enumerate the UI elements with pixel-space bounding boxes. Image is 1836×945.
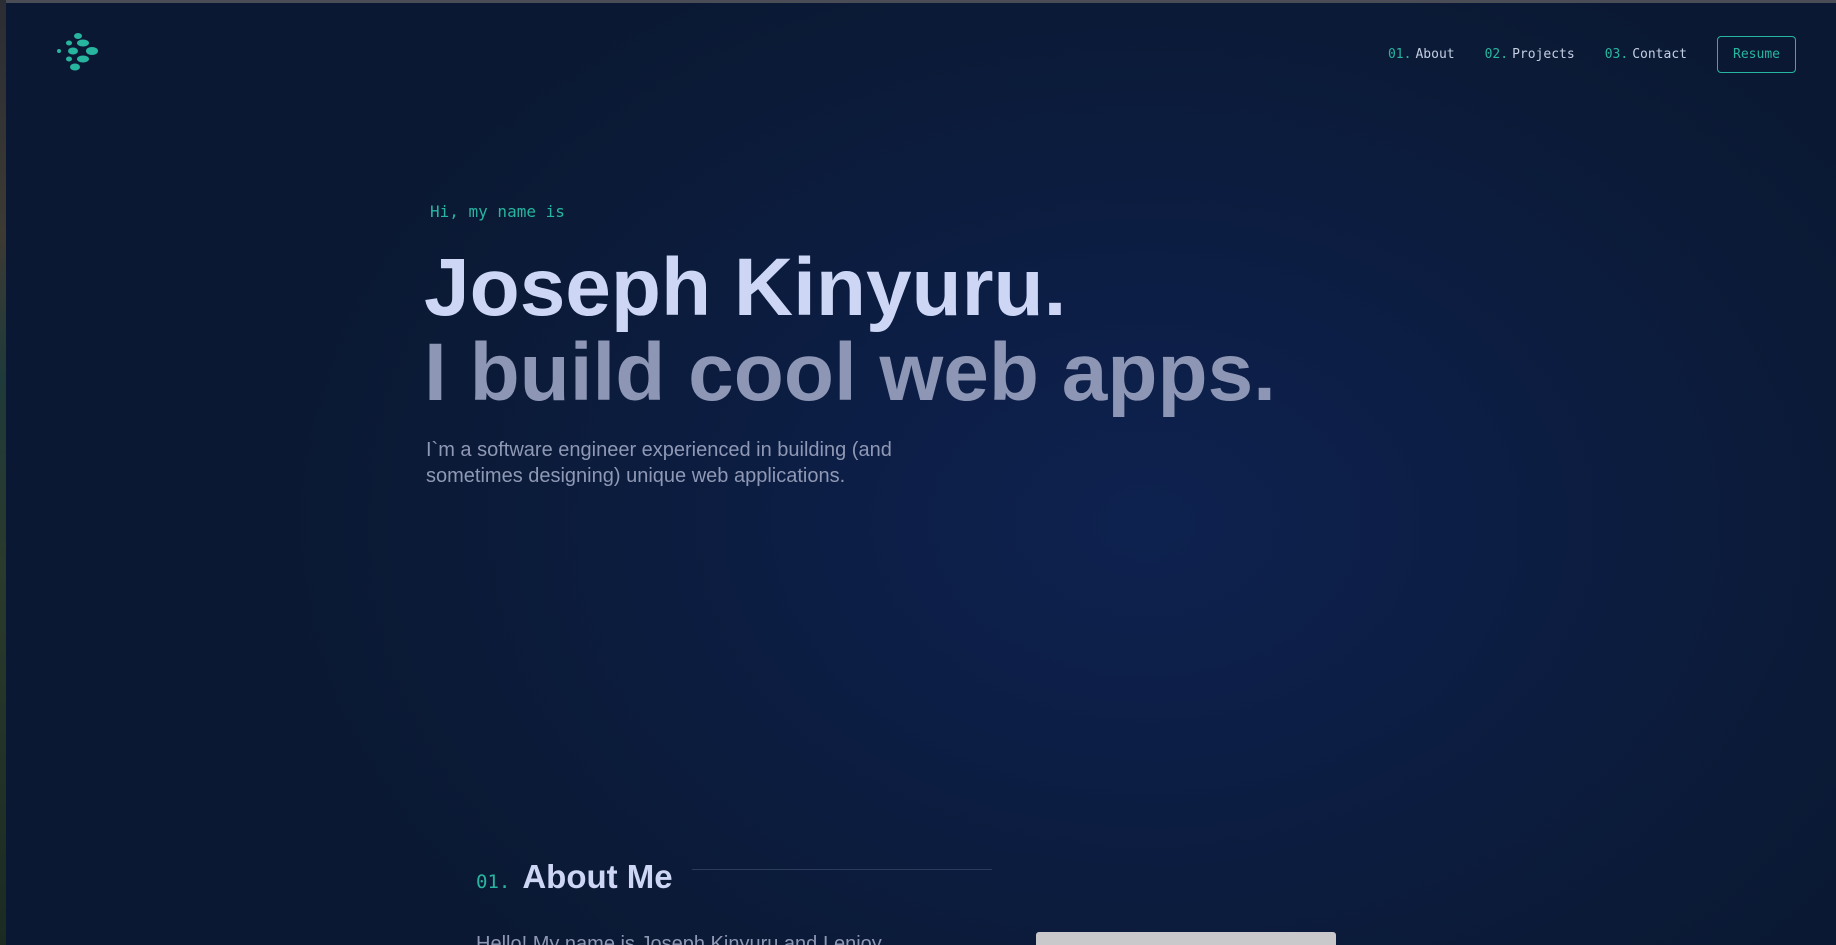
section-number: 01. <box>476 871 511 893</box>
portfolio-page: 01. About 02. Projects 03. Contact Resum… <box>6 3 1836 945</box>
nav-item-projects[interactable]: 02. Projects <box>1485 47 1575 62</box>
hero-description: I`m a software engineer experienced in b… <box>426 439 892 487</box>
section-title: About Me <box>522 858 673 895</box>
nav-number: 02. <box>1484 46 1509 62</box>
section-divider <box>692 869 992 870</box>
nav-label: About <box>1415 46 1455 62</box>
about-section-heading: 01. About Me <box>476 858 673 896</box>
hero-tagline: I build cool web apps. <box>424 327 1276 418</box>
nav-number: 01. <box>1387 46 1412 62</box>
nav-item-about[interactable]: 01. About <box>1388 47 1455 62</box>
nav-item-contact[interactable]: 03. Contact <box>1605 47 1687 62</box>
nav-label: Projects <box>1512 46 1575 62</box>
hero-name: Joseph Kinyuru. <box>424 242 1067 333</box>
main-nav: 01. About 02. Projects 03. Contact Resum… <box>1388 34 1796 74</box>
about-intro-text: Hello! My name is Joseph Kinyuru and I e… <box>476 933 882 945</box>
nav-label: Contact <box>1632 46 1687 62</box>
nav-number: 03. <box>1604 46 1629 62</box>
hero-greeting: Hi, my name is <box>430 202 565 221</box>
resume-button[interactable]: Resume <box>1717 35 1796 73</box>
profile-photo <box>1036 932 1336 945</box>
dotted-diamond-logo-icon[interactable] <box>56 32 104 74</box>
